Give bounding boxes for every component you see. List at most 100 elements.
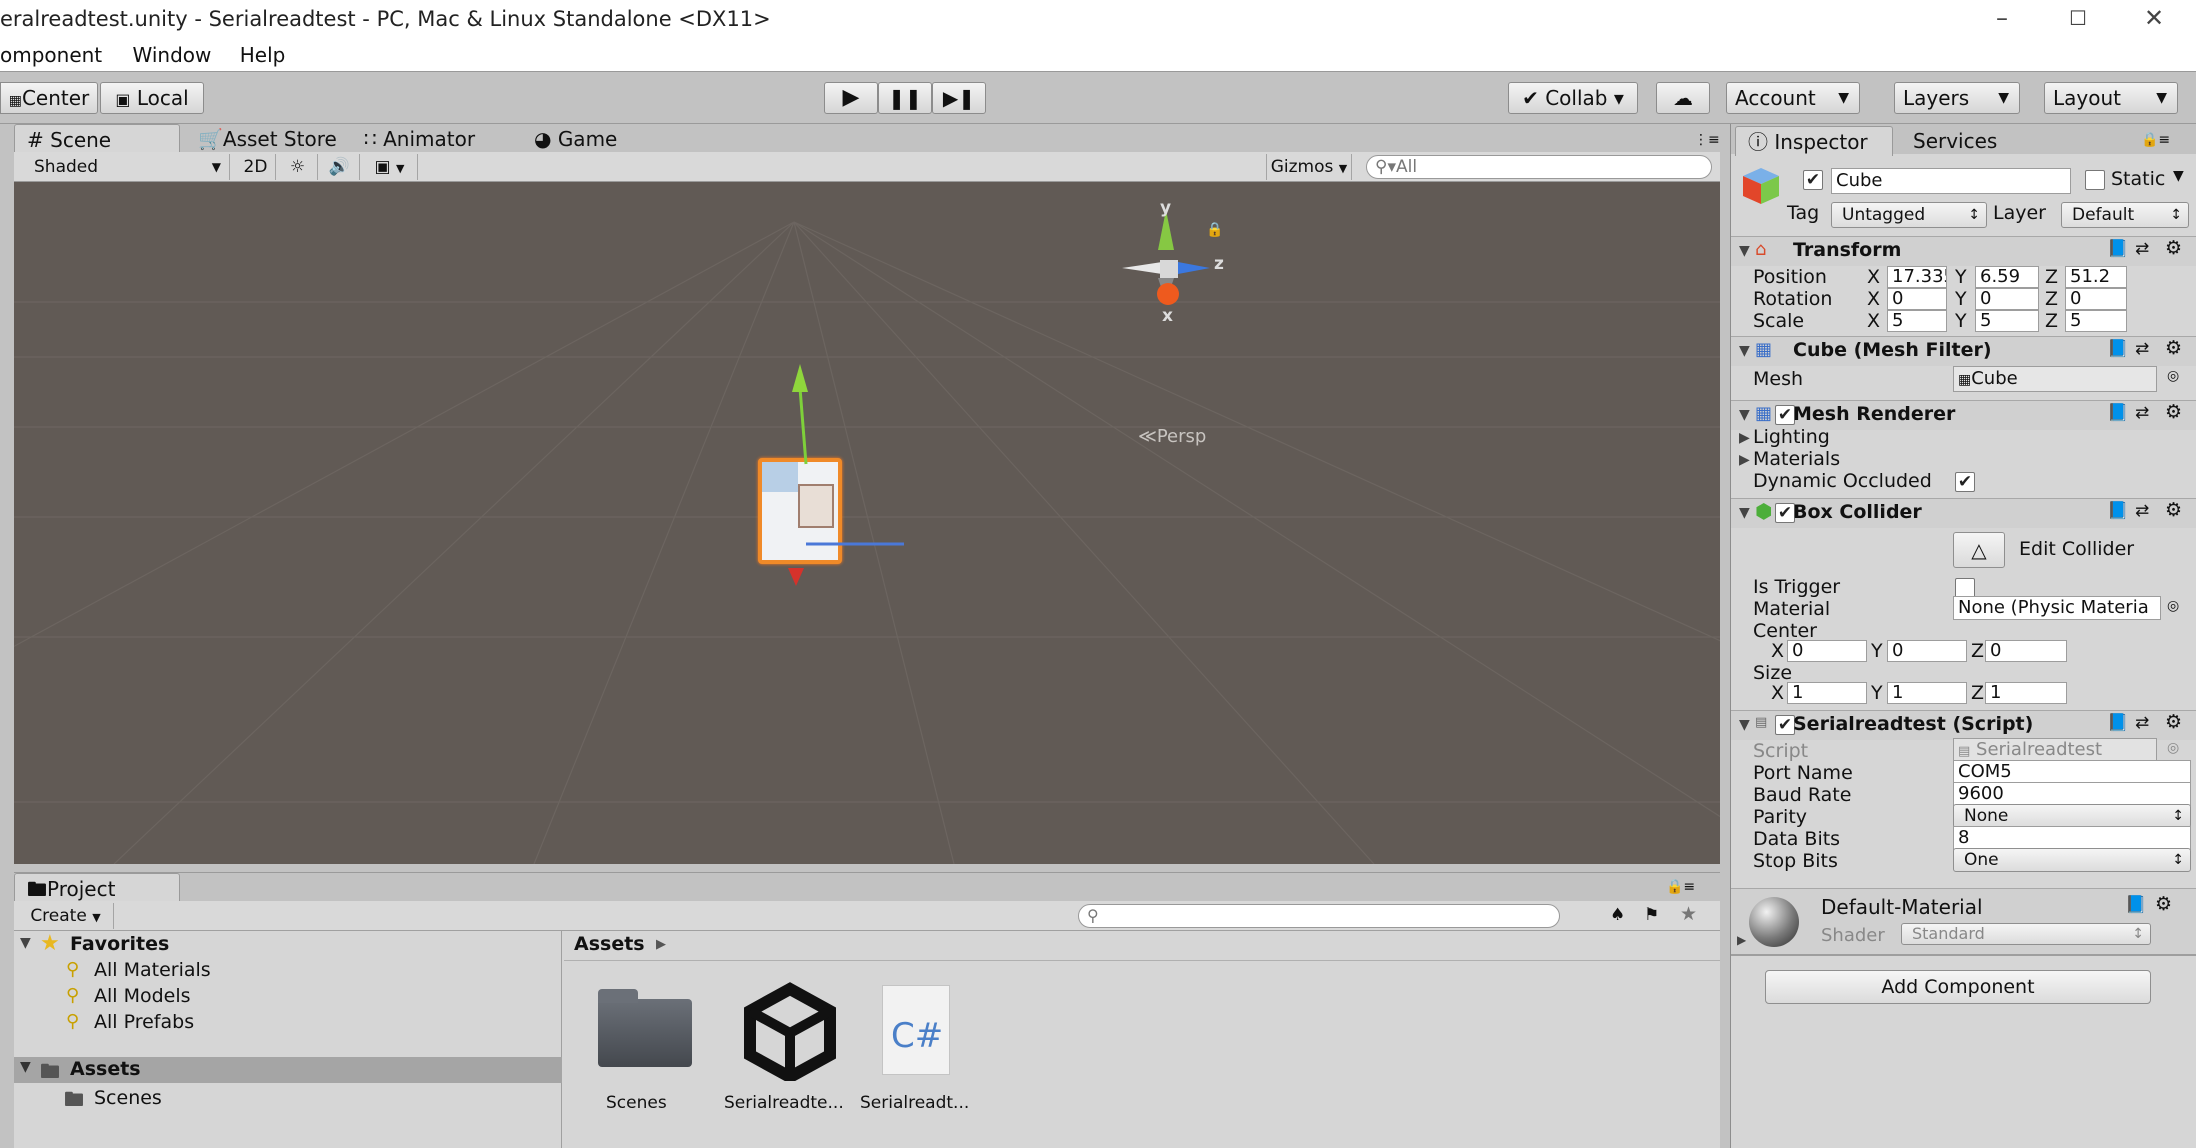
box-collider-header[interactable]: ▼ ⬢ ✔ Box Collider 📘 ⇄ ⚙ bbox=[1731, 498, 2196, 528]
gear-icon[interactable]: ⚙ bbox=[2165, 711, 2182, 733]
foldout-closed-icon[interactable]: ▶ bbox=[1737, 933, 1746, 947]
menu-help[interactable]: Help bbox=[240, 43, 286, 67]
is-trigger-checkbox[interactable] bbox=[1955, 578, 1975, 598]
gear-icon[interactable]: ⚙ bbox=[2165, 401, 2182, 423]
tab-project[interactable]: 🖿Project bbox=[14, 873, 180, 903]
tab-inspector[interactable]: ⓘ Inspector bbox=[1735, 126, 1893, 156]
breadcrumb-assets[interactable]: Assets bbox=[574, 933, 645, 955]
rotation-z-field[interactable]: 0 bbox=[2065, 288, 2127, 310]
foldout-closed-icon[interactable]: ▶ bbox=[1739, 452, 1750, 468]
object-picker-icon[interactable]: ◎ bbox=[2167, 598, 2179, 614]
filter-type-icon[interactable]: ♠ bbox=[1610, 905, 1625, 925]
center-z-field[interactable]: 0 bbox=[1985, 640, 2067, 662]
layers-dropdown[interactable]: Layers ▼ bbox=[1894, 82, 2020, 114]
tab-game[interactable]: ◕ Game bbox=[522, 124, 629, 154]
favorites-label[interactable]: Favorites bbox=[70, 933, 169, 955]
x-axis-handle[interactable] bbox=[788, 568, 804, 586]
gear-icon[interactable]: ⚙ bbox=[2165, 499, 2182, 521]
size-x-field[interactable]: 1 bbox=[1787, 682, 1867, 704]
close-button[interactable]: ✕ bbox=[2124, 0, 2184, 38]
gear-icon[interactable]: ⚙ bbox=[2155, 893, 2172, 915]
audio-toggle[interactable]: 🔊 bbox=[320, 154, 360, 180]
parity-dropdown[interactable]: None bbox=[1953, 804, 2191, 828]
help-book-icon[interactable]: 📘 bbox=[2107, 239, 2128, 259]
lock-icon[interactable]: 🔒≡ bbox=[1666, 879, 1695, 895]
help-book-icon[interactable]: 📘 bbox=[2107, 403, 2128, 423]
effects-dropdown[interactable]: ▣ ▼ bbox=[362, 154, 418, 180]
project-search-input[interactable]: ⚲ bbox=[1078, 904, 1560, 928]
tag-dropdown[interactable]: Untagged bbox=[1831, 202, 1987, 228]
center-x-field[interactable]: 0 bbox=[1787, 640, 1867, 662]
rotation-y-field[interactable]: 0 bbox=[1975, 288, 2039, 310]
physic-material-field[interactable]: None (Physic Materia bbox=[1953, 596, 2161, 620]
help-book-icon[interactable]: 📘 bbox=[2125, 895, 2146, 915]
tab-asset-store[interactable]: 🛒Asset Store bbox=[186, 124, 349, 154]
pivot-space-button[interactable]: ▣ Local bbox=[100, 82, 204, 114]
pause-button[interactable]: ❚❚ bbox=[878, 82, 932, 114]
position-x-field[interactable]: 17.3357 bbox=[1887, 266, 1947, 288]
lighting-foldout[interactable]: Lighting bbox=[1753, 426, 1830, 448]
move-gizmo[interactable] bbox=[704, 358, 904, 598]
data-bits-input[interactable]: 8 bbox=[1953, 826, 2191, 850]
y-axis-handle[interactable] bbox=[792, 364, 808, 392]
perspective-label[interactable]: ≪Persp bbox=[1138, 426, 1206, 447]
favorite-item[interactable]: All Models bbox=[94, 985, 191, 1007]
scene-viewport[interactable]: y x z 🔒 ≪Persp bbox=[14, 182, 1720, 864]
box-collider-enabled-checkbox[interactable]: ✔ bbox=[1775, 503, 1795, 523]
lock-icon[interactable]: 🔒 bbox=[1206, 222, 1223, 238]
dynamic-occluded-checkbox[interactable]: ✔ bbox=[1955, 472, 1975, 492]
materials-foldout[interactable]: Materials bbox=[1753, 448, 1840, 470]
assets-tree-row[interactable]: ▼ 🖿 Assets bbox=[14, 1057, 562, 1083]
transform-header[interactable]: ▼ ⌂ Transform 📘 ⇄ ⚙ bbox=[1731, 236, 2196, 266]
tab-animator[interactable]: ∷ Animator bbox=[352, 124, 487, 154]
preset-icon[interactable]: ⇄ bbox=[2135, 501, 2149, 521]
collab-button[interactable]: ✔ Collab ▾ bbox=[1508, 82, 1638, 114]
lock-icon[interactable]: 🔒≡ bbox=[2141, 132, 2170, 148]
foldout-arrow-icon[interactable]: ▼ bbox=[20, 935, 31, 951]
panel-splitter[interactable] bbox=[1720, 124, 1730, 1148]
maximize-button[interactable]: ☐ bbox=[2048, 0, 2108, 38]
favorite-item[interactable]: All Prefabs bbox=[94, 1011, 194, 1033]
preset-icon[interactable]: ⇄ bbox=[2135, 239, 2149, 259]
account-dropdown[interactable]: Account ▼ bbox=[1726, 82, 1860, 114]
step-button[interactable]: ▶❚ bbox=[932, 82, 986, 114]
preset-icon[interactable]: ⇄ bbox=[2135, 713, 2149, 733]
help-book-icon[interactable]: 📘 bbox=[2107, 713, 2128, 733]
add-component-button[interactable]: Add Component bbox=[1765, 970, 2151, 1004]
object-name-input[interactable]: Cube bbox=[1831, 168, 2071, 194]
asset-item[interactable]: C# Serialreadt... bbox=[860, 981, 980, 1121]
toggle-2d-button[interactable]: 2D bbox=[236, 154, 276, 180]
minimize-button[interactable]: – bbox=[1972, 0, 2032, 38]
preset-icon[interactable]: ⇄ bbox=[2135, 403, 2149, 423]
position-y-field[interactable]: 6.59 bbox=[1975, 266, 2039, 288]
play-button[interactable]: ▶ bbox=[824, 82, 878, 114]
shading-mode-dropdown[interactable]: Shaded ▼ bbox=[18, 154, 230, 180]
size-z-field[interactable]: 1 bbox=[1985, 682, 2067, 704]
gear-icon[interactable]: ⚙ bbox=[2165, 337, 2182, 359]
scale-x-field[interactable]: 5 bbox=[1887, 310, 1947, 332]
mesh-filter-header[interactable]: ▼ ▦ Cube (Mesh Filter) 📘 ⇄ ⚙ bbox=[1731, 336, 2196, 366]
tree-folder-scenes[interactable]: Scenes bbox=[94, 1087, 162, 1109]
help-book-icon[interactable]: 📘 bbox=[2107, 339, 2128, 359]
mesh-renderer-enabled-checkbox[interactable]: ✔ bbox=[1775, 405, 1795, 425]
stop-bits-dropdown[interactable]: One bbox=[1953, 848, 2191, 872]
script-enabled-checkbox[interactable]: ✔ bbox=[1775, 715, 1795, 735]
port-name-input[interactable]: COM5 bbox=[1953, 760, 2191, 784]
gizmos-dropdown[interactable]: Gizmos ▼ bbox=[1266, 154, 1352, 180]
asset-item[interactable]: Scenes bbox=[586, 981, 696, 1121]
position-z-field[interactable]: 51.2 bbox=[2065, 266, 2127, 288]
scene-search-input[interactable]: ⚲▾All bbox=[1366, 155, 1712, 179]
foldout-closed-icon[interactable]: ▶ bbox=[1739, 430, 1750, 446]
center-y-field[interactable]: 0 bbox=[1887, 640, 1967, 662]
object-picker-icon[interactable]: ◎ bbox=[2167, 368, 2179, 384]
cloud-button[interactable]: ☁ bbox=[1656, 82, 1710, 114]
pivot-toggle-button[interactable]: ▦Center bbox=[0, 82, 98, 114]
mesh-object-field[interactable]: ▦Cube bbox=[1953, 366, 2157, 392]
static-checkbox[interactable] bbox=[2085, 170, 2105, 190]
panel-menu-icon[interactable]: ⋮≡ bbox=[1694, 132, 1720, 148]
shader-dropdown[interactable]: Standard bbox=[1901, 923, 2151, 945]
menu-component[interactable]: omponent bbox=[0, 43, 102, 67]
create-dropdown[interactable]: Create ▼ bbox=[18, 903, 114, 929]
tab-scene[interactable]: # Scene bbox=[14, 124, 180, 154]
scale-y-field[interactable]: 5 bbox=[1975, 310, 2039, 332]
